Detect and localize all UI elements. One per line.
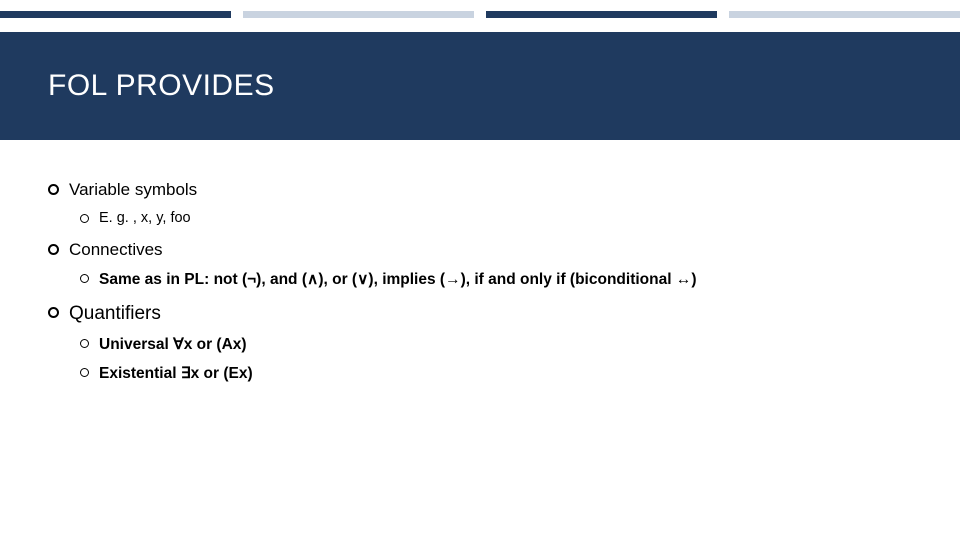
list-item: Same as in PL: not (¬), and (∧), or (∨),…	[80, 270, 940, 289]
bullet-icon	[80, 368, 89, 377]
slide-content: Variable symbols E. g. , x, y, foo Conne…	[48, 180, 940, 397]
title-band: FOL PROVIDES	[0, 32, 960, 140]
item-label: Variable symbols	[69, 180, 197, 200]
stripe-seg	[243, 11, 474, 18]
slide-title: FOL PROVIDES	[48, 69, 275, 103]
list-item: Variable symbols E. g. , x, y, foo	[48, 180, 940, 226]
list-item: E. g. , x, y, foo	[80, 210, 940, 226]
bullet-icon	[80, 214, 89, 223]
list-item: Universal ∀x or (Ax)	[80, 335, 940, 354]
stripe-seg	[0, 11, 231, 18]
bullet-icon	[48, 307, 59, 318]
top-accent-stripe	[0, 11, 960, 18]
bullet-icon	[48, 184, 59, 195]
list-item: Quantifiers Universal ∀x or (Ax) Existen…	[48, 303, 940, 383]
list-item: Connectives Same as in PL: not (¬), and …	[48, 240, 940, 289]
stripe-seg	[486, 11, 717, 18]
item-label: Existential ∃x or (Ex)	[99, 364, 253, 383]
bullet-icon	[48, 244, 59, 255]
item-label: Universal ∀x or (Ax)	[99, 335, 247, 354]
item-label: Same as in PL: not (¬), and (∧), or (∨),…	[99, 270, 697, 289]
list-item: Existential ∃x or (Ex)	[80, 364, 940, 383]
stripe-seg	[729, 11, 960, 18]
item-label: Connectives	[69, 240, 163, 260]
bullet-icon	[80, 274, 89, 283]
bullet-icon	[80, 339, 89, 348]
item-label: E. g. , x, y, foo	[99, 210, 191, 226]
item-label: Quantifiers	[69, 303, 161, 325]
